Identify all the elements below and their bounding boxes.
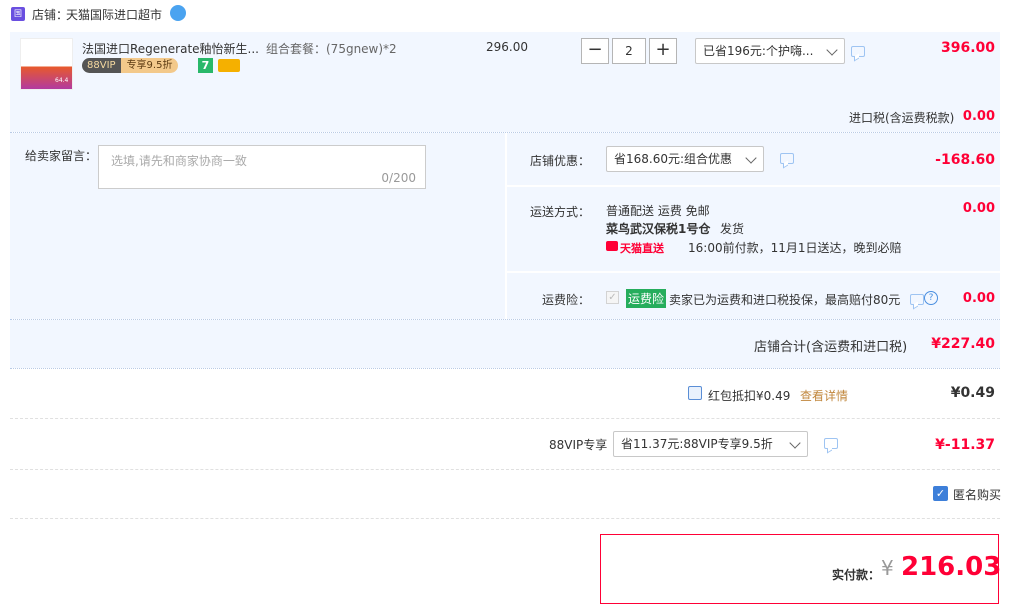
payment-label: 实付款：: [832, 568, 881, 582]
item-thumbnail[interactable]: 64.4: [20, 38, 73, 90]
wangwang-chat-icon[interactable]: [170, 5, 186, 21]
seven-day-return-icon: 7: [198, 58, 213, 73]
vip-discount-select[interactable]: 省11.37元:88VIP专享9.5折: [613, 431, 808, 457]
divider: [10, 418, 1000, 419]
vip-tag: 88VIP 专享9.5折: [82, 58, 179, 73]
shop-name[interactable]: 天猫国际进口超市: [66, 6, 162, 23]
item-promo-select-value: 已省196元:个护嗨...: [703, 44, 814, 58]
divider: [10, 368, 1000, 369]
tax-value: 0.00: [962, 109, 995, 124]
redpacket-details-link[interactable]: 查看详情: [800, 387, 848, 404]
divider: [10, 469, 1000, 470]
divider: [10, 319, 1000, 320]
insurance-desc: 卖家已为运费和进口税投保，最高赔付80元: [669, 293, 901, 307]
insurance-checkbox: ✓: [606, 291, 619, 304]
chevron-down-icon: [745, 152, 757, 164]
shipping-warehouse: 菜鸟武汉保税1号仓: [606, 222, 711, 236]
shop-discount-select[interactable]: 省168.60元:组合优惠: [606, 146, 764, 172]
vip-discount-select-value: 省11.37元:88VIP专享9.5折: [621, 437, 773, 451]
shipping-value: 0.00: [962, 201, 995, 216]
message-label: 给卖家留言：: [25, 149, 98, 163]
shop-discount-value: -168.60: [935, 152, 995, 168]
shop-discount-info-icon[interactable]: [780, 153, 794, 164]
insurance-label: 运费险：: [542, 293, 591, 307]
vip-tag-discount: 专享9.5折: [120, 58, 179, 73]
payment-amount: 216.03: [901, 552, 1002, 582]
item-title[interactable]: 法国进口Regenerate釉怡新生...: [82, 40, 259, 57]
item-subtotal: 396.00: [940, 40, 995, 56]
item-promo-select[interactable]: 已省196元:个护嗨...: [695, 38, 845, 64]
anonymous-checkbox[interactable]: ✓: [933, 486, 948, 501]
vip-value: ¥-11.37: [935, 437, 995, 453]
row-divider: [507, 185, 1000, 187]
tmall-direct-label: 天猫直送: [620, 242, 664, 255]
message-counter: 0/200: [381, 171, 416, 185]
vip-label: 88VIP专享: [549, 438, 608, 452]
shop-discount-label: 店铺优惠：: [530, 154, 591, 168]
shop-badge-icon: 国际: [11, 7, 25, 32]
shipping-warehouse-suffix: 发货: [720, 222, 745, 236]
unit-price: 296.00: [486, 40, 528, 54]
promo-info-icon[interactable]: [851, 46, 865, 57]
shop-total-value: ¥227.40: [931, 336, 995, 352]
message-textarea[interactable]: 选填,请先和商家协商一致 0/200: [98, 145, 426, 189]
chevron-down-icon: [826, 44, 838, 56]
anonymous-label: 匿名购买: [953, 488, 1002, 502]
thumb-price: 64.4: [55, 77, 69, 84]
insurance-info-icon[interactable]: [910, 294, 924, 305]
card-pay-icon: [218, 59, 240, 72]
divider: [10, 518, 1000, 519]
tax-label: 进口税(含运费税款): [849, 111, 955, 125]
vip-tag-label: 88VIP: [82, 58, 121, 73]
shop-total-label: 店铺合计(含运费和进口税): [754, 340, 908, 355]
tmall-direct-icon: [606, 241, 618, 251]
qty-input[interactable]: 2: [612, 38, 646, 64]
insurance-value: 0.00: [962, 291, 995, 306]
shop-label: 店铺：: [32, 8, 69, 22]
message-placeholder: 选填,请先和商家协商一致: [111, 154, 247, 168]
delivery-promise: 16:00前付款，11月1日送达，晚到必赔: [688, 241, 902, 255]
qty-plus-button[interactable]: +: [649, 38, 677, 64]
panel-separator: [505, 133, 507, 319]
shipping-method: 普通配送 运费 免邮: [606, 204, 710, 218]
shipping-label: 运送方式：: [530, 205, 591, 219]
payment-currency: ¥: [881, 556, 894, 580]
item-spec: 组合套餐：(75gnew)*2: [266, 42, 397, 56]
shop-discount-select-value: 省168.60元:组合优惠: [614, 152, 733, 166]
vip-info-icon[interactable]: [824, 438, 838, 449]
redpacket-label: 红包抵扣¥0.49: [708, 389, 791, 403]
row-divider: [507, 271, 1000, 273]
insurance-tag: 运费险: [626, 289, 667, 308]
help-icon[interactable]: ?: [924, 291, 938, 305]
redpacket-checkbox[interactable]: [688, 386, 702, 400]
redpacket-value: ¥0.49: [950, 385, 995, 401]
chevron-down-icon: [789, 437, 801, 449]
qty-minus-button[interactable]: −: [581, 38, 609, 64]
